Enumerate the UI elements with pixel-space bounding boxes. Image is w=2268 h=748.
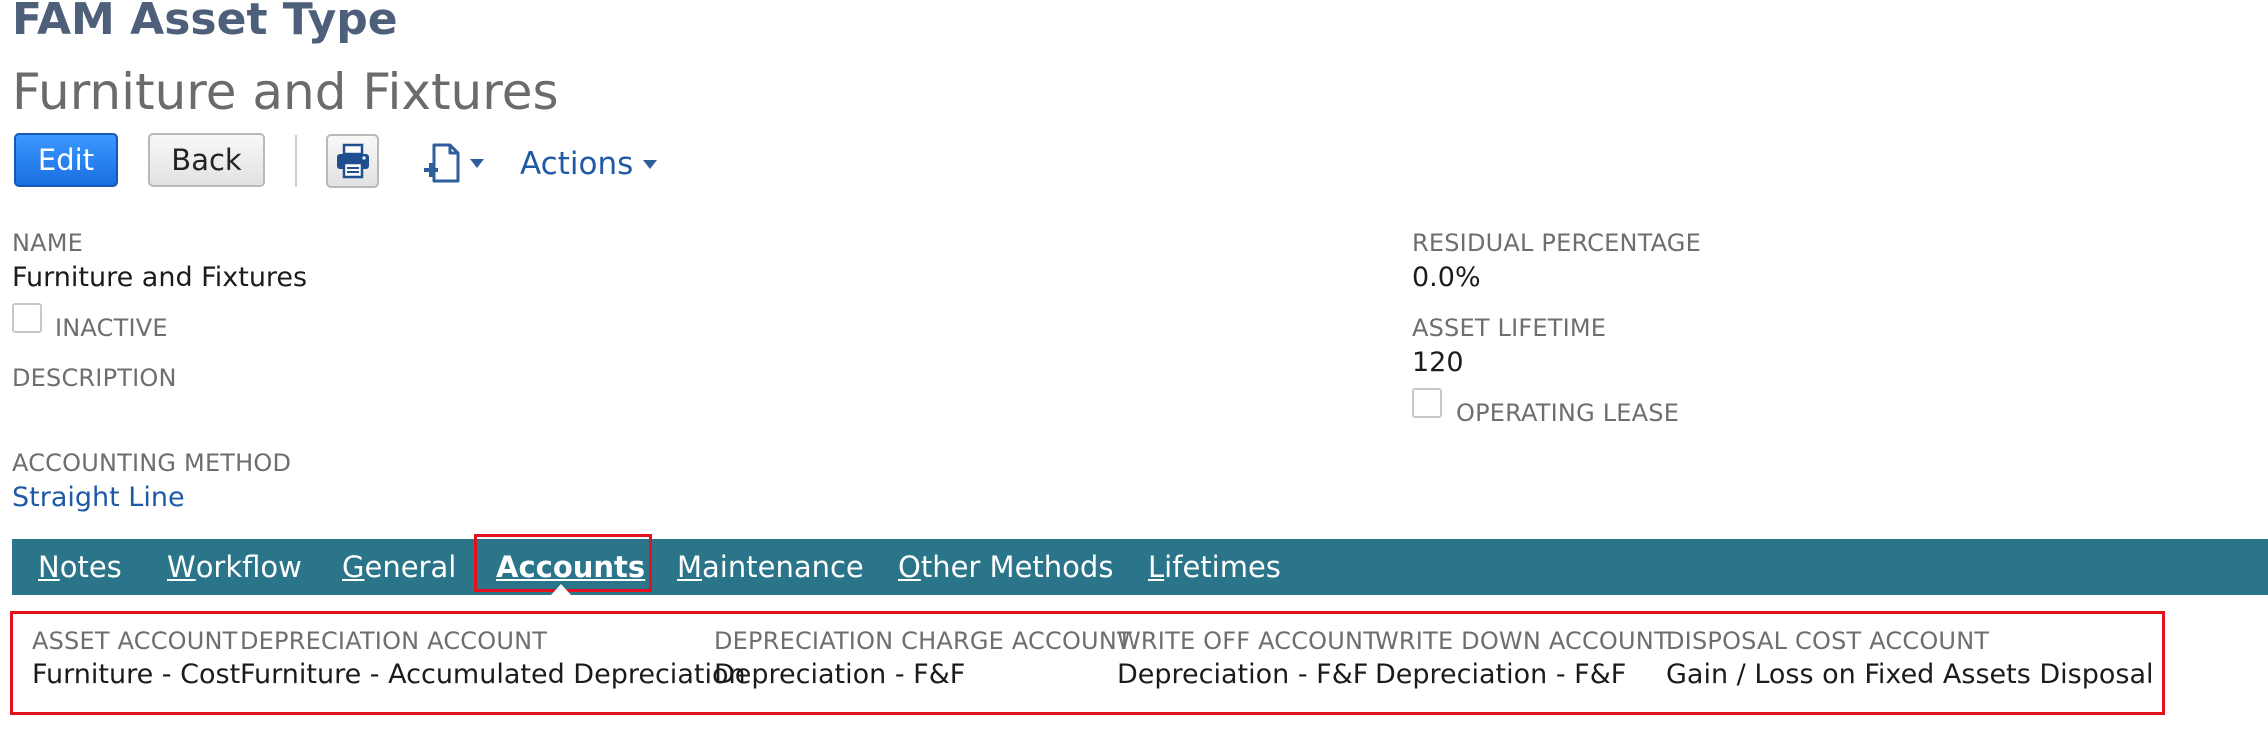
write-down-account-value: Depreciation - F&F: [1375, 659, 1627, 690]
new-document-menu[interactable]: [420, 140, 484, 186]
tab-label: eneral: [364, 550, 457, 584]
tab-maintenance[interactable]: Maintenance: [677, 539, 864, 595]
tab-label: orkflow: [195, 550, 302, 584]
tab-accesskey: G: [342, 550, 365, 584]
accounting-method-label: ACCOUNTING METHOD: [12, 449, 292, 477]
back-button[interactable]: Back: [148, 133, 265, 187]
toolbar-divider: [295, 135, 297, 187]
record-type-title: FAM Asset Type: [12, 0, 398, 45]
depreciation-account-value: Furniture - Accumulated Depreciation: [240, 659, 746, 690]
name-value: Furniture and Fixtures: [12, 262, 308, 293]
disposal-cost-account-value: Gain / Loss on Fixed Assets Disposal: [1666, 659, 2154, 690]
tab-notes[interactable]: Notes: [38, 539, 122, 595]
operating-lease-label: OPERATING LEASE: [1456, 399, 1680, 427]
depreciation-charge-account-label: DEPRECIATION CHARGE ACCOUNT: [714, 627, 1132, 655]
write-down-account-label: WRITE DOWN ACCOUNT: [1375, 627, 1669, 655]
tab-workflow[interactable]: Workflow: [167, 539, 302, 595]
residual-percentage-value: 0.0%: [1412, 262, 1481, 293]
depreciation-charge-account-value: Depreciation - F&F: [714, 659, 966, 690]
operating-lease-checkbox[interactable]: [1412, 388, 1442, 418]
tab-accesskey: W: [167, 550, 196, 584]
new-document-icon: [424, 143, 460, 183]
write-off-account-label: WRITE OFF ACCOUNT: [1117, 627, 1379, 655]
asset-account-value: Furniture - Cost: [32, 659, 241, 690]
edit-button[interactable]: Edit: [14, 133, 118, 187]
accounting-method-link[interactable]: Straight Line: [12, 482, 185, 513]
inactive-checkbox[interactable]: [12, 303, 42, 333]
actions-label: Actions: [520, 146, 634, 182]
residual-percentage-label: RESIDUAL PERCENTAGE: [1412, 229, 1701, 257]
tab-label: ther Methods: [920, 550, 1114, 584]
chevron-down-icon: [643, 159, 658, 169]
asset-lifetime-label: ASSET LIFETIME: [1412, 314, 1607, 342]
actions-menu[interactable]: Actions: [520, 146, 658, 182]
active-tab-pointer: [551, 584, 571, 595]
tab-accesskey: M: [677, 550, 703, 584]
tab-label: otes: [59, 550, 122, 584]
tab-accesskey: L: [1148, 550, 1165, 584]
subtab-bar: Notes Workflow General Accounts Maintena…: [12, 539, 2268, 595]
write-off-account-value: Depreciation - F&F: [1117, 659, 1369, 690]
disposal-cost-account-label: DISPOSAL COST ACCOUNT: [1666, 627, 1990, 655]
record-name-title: Furniture and Fixtures: [12, 63, 559, 121]
chevron-down-icon: [470, 158, 484, 168]
tab-other-methods[interactable]: Other Methods: [898, 539, 1113, 595]
description-label: DESCRIPTION: [12, 364, 177, 392]
inactive-label: INACTIVE: [55, 314, 168, 342]
name-label: NAME: [12, 229, 84, 257]
tab-accesskey: N: [38, 550, 60, 584]
tab-label: ifetimes: [1164, 550, 1281, 584]
printer-icon: [336, 143, 369, 179]
tab-general[interactable]: General: [342, 539, 456, 595]
tab-accesskey: O: [898, 550, 921, 584]
asset-lifetime-value: 120: [1412, 347, 1464, 378]
tab-label: aintenance: [702, 550, 864, 584]
print-button[interactable]: [326, 134, 379, 188]
tab-lifetimes[interactable]: Lifetimes: [1148, 539, 1281, 595]
asset-account-label: ASSET ACCOUNT: [32, 627, 238, 655]
depreciation-account-label: DEPRECIATION ACCOUNT: [240, 627, 548, 655]
